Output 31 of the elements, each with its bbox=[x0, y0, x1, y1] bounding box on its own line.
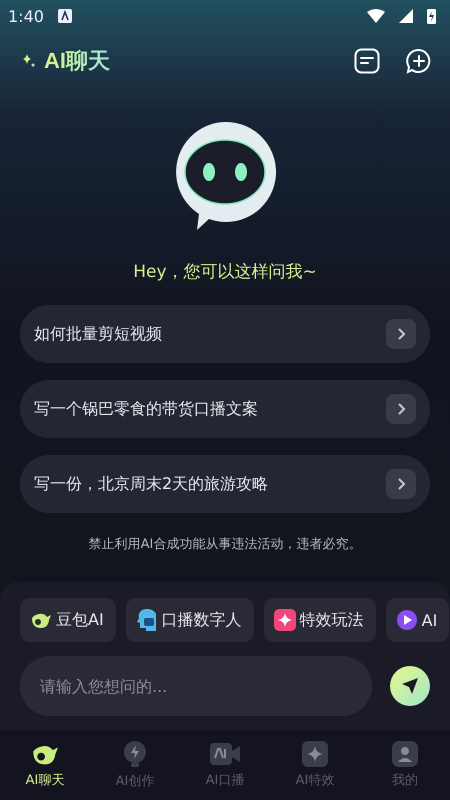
feature-chip[interactable]: AI bbox=[386, 598, 450, 642]
status-time: 1:40 bbox=[8, 6, 44, 26]
chevron-right-icon bbox=[386, 319, 416, 349]
send-icon bbox=[401, 677, 419, 695]
bulb-icon bbox=[122, 740, 148, 768]
message-input[interactable]: 请输入您想问的... bbox=[20, 656, 372, 716]
sparkle-icon bbox=[274, 609, 296, 631]
notification-icon bbox=[58, 9, 72, 23]
video-camera-icon bbox=[209, 741, 241, 767]
suggestion-card[interactable]: 写一份，北京周末2天的旅游攻略 bbox=[20, 455, 430, 513]
play-icon bbox=[396, 609, 418, 631]
wifi-icon bbox=[367, 9, 385, 23]
suggestion-card[interactable]: 如何批量剪短视频 bbox=[20, 305, 430, 363]
battery-icon bbox=[427, 8, 436, 24]
suggestion-card[interactable]: 写一个锅巴零食的带货口播文案 bbox=[20, 380, 430, 438]
feature-chip[interactable]: 豆包AI bbox=[20, 598, 116, 642]
sparkle-icon bbox=[302, 741, 328, 767]
robot-mascot-icon bbox=[173, 120, 277, 232]
greeting-text: Hey，您可以这样问我~ bbox=[133, 261, 317, 283]
send-button[interactable] bbox=[390, 666, 430, 706]
disclaimer-text: 禁止利用AI合成功能从事违法活动，违者必究。 bbox=[88, 536, 362, 553]
nav-tab[interactable]: AI聊天 bbox=[0, 730, 90, 800]
feature-chip[interactable]: 特效玩法 bbox=[264, 598, 376, 642]
head-icon bbox=[136, 608, 158, 632]
chevron-right-icon bbox=[386, 469, 416, 499]
signal-icon bbox=[399, 9, 413, 23]
feature-chip[interactable]: 口播数字人 bbox=[126, 598, 254, 642]
chat-plus-icon bbox=[406, 48, 432, 74]
chevron-right-icon bbox=[386, 394, 416, 424]
list-icon bbox=[354, 48, 380, 74]
person-icon bbox=[392, 741, 418, 767]
